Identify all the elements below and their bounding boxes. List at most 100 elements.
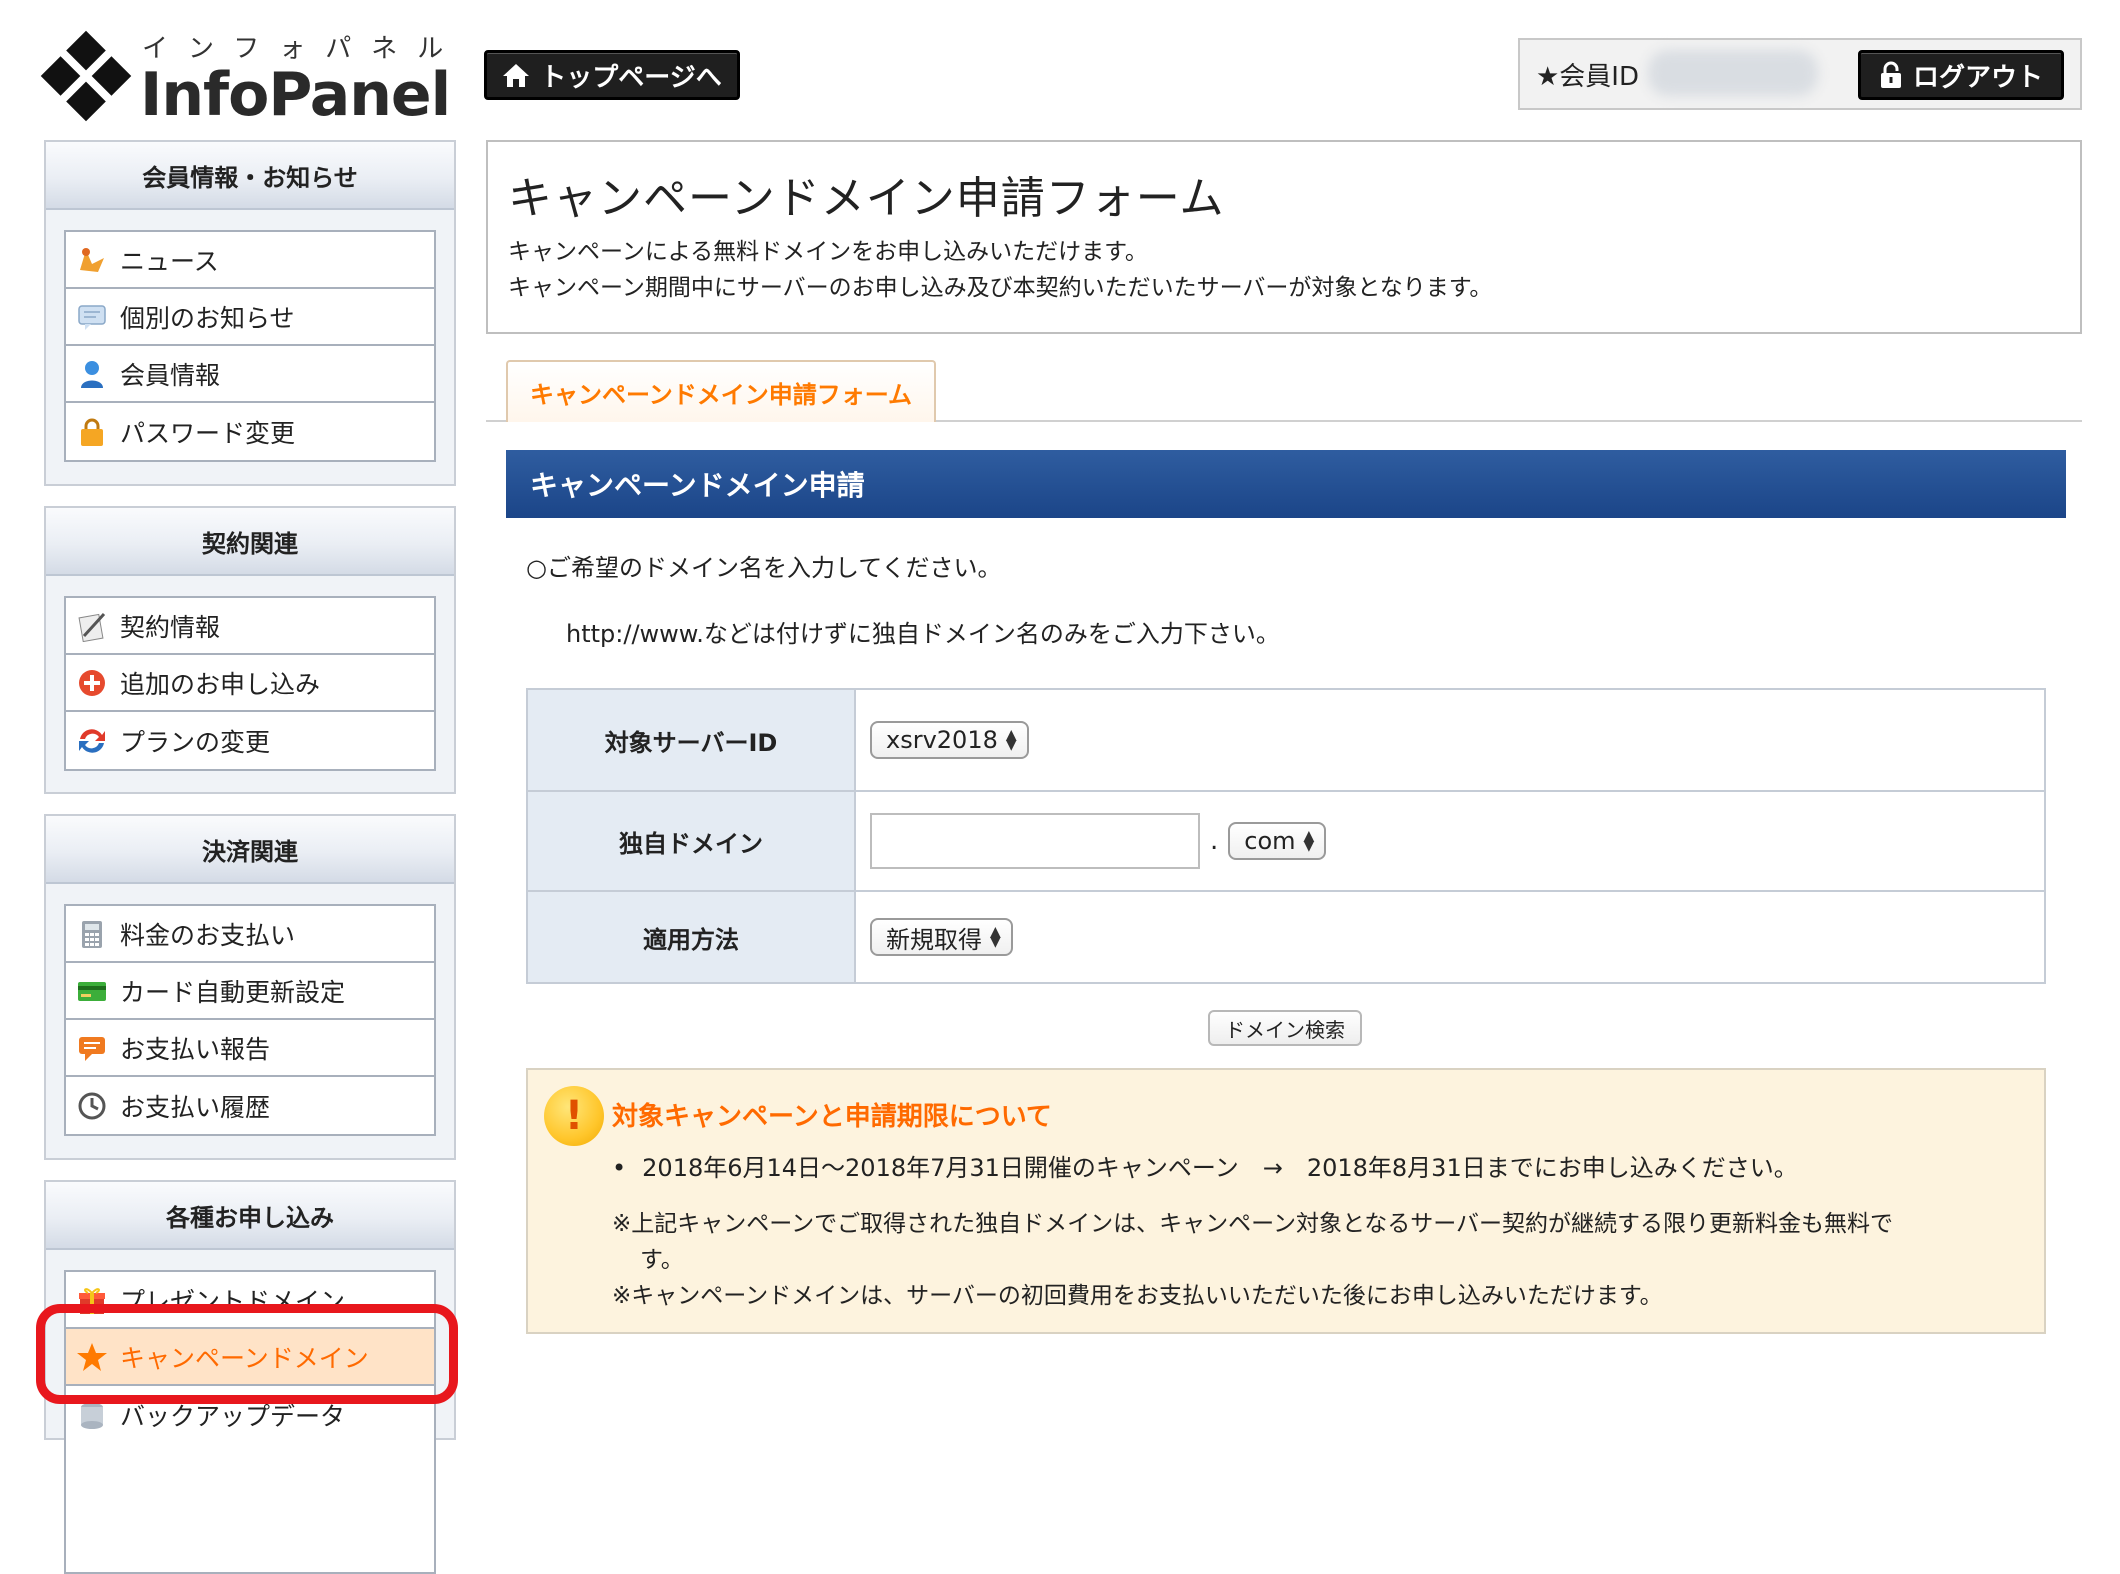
- server-id-label: 対象サーバーID: [528, 690, 856, 790]
- sidebar-item-label: お支払い履歴: [120, 1092, 271, 1122]
- sidebar-section-member: 会員情報・お知らせ ニュース 個別のお知らせ 会員情報 パスワード変更: [44, 140, 456, 486]
- tld-value: com: [1244, 827, 1296, 855]
- star-icon: [77, 1342, 107, 1371]
- sidebar-section-title: 決済関連: [46, 816, 454, 884]
- server-id-value: xsrv2018: [886, 726, 998, 754]
- sidebar-item-news[interactable]: ニュース: [66, 232, 434, 289]
- notice-bullet: • 2018年6月14日〜2018年7月31日開催のキャンペーン → 2018年8…: [612, 1154, 1798, 1182]
- domain-form-table: 対象サーバーID xsrv2018 ▲ ▼ 独自ドメイン . com ▲ ▼ 適用方…: [526, 688, 2046, 984]
- sidebar-item-contract-info[interactable]: 契約情報: [66, 598, 434, 655]
- form-row-method: 適用方法 新規取得 ▲ ▼: [528, 892, 2044, 982]
- logo-name: InfoPanel: [140, 60, 451, 130]
- page-description-1: キャンペーンによる無料ドメインをお申し込みいただけます。: [508, 239, 1148, 265]
- notice-line-1: ※上記キャンペーンでご取得された独自ドメインは、キャンペーン対象となるサーバー契…: [612, 1211, 1894, 1237]
- tld-select[interactable]: com ▲ ▼: [1228, 822, 1327, 860]
- form-row-domain: 独自ドメイン . com ▲ ▼: [528, 792, 2044, 892]
- change-icon: [79, 728, 105, 753]
- report-icon: [79, 1036, 105, 1061]
- add-icon: [79, 669, 105, 696]
- sidebar-item-label: ニュース: [120, 246, 219, 276]
- clock-icon: [78, 1092, 106, 1119]
- sidebar-item-label: バックアップデータ: [120, 1401, 346, 1431]
- sidebar-item-plan-change[interactable]: プランの変更: [66, 712, 434, 769]
- gift-icon: [79, 1287, 105, 1314]
- sidebar-section-title: 会員情報・お知らせ: [46, 142, 454, 210]
- instruction-text: ○ご希望のドメイン名を入力してください。: [526, 554, 1002, 582]
- select-arrows-icon: ▲ ▼: [1303, 828, 1315, 854]
- home-icon: [503, 64, 530, 87]
- lock-icon: [81, 418, 103, 446]
- sidebar-item-label: 料金のお支払い: [120, 920, 296, 950]
- sidebar-section-contract: 契約関連 契約情報 追加のお申し込み プランの変更: [44, 506, 456, 794]
- domain-search-button[interactable]: ドメイン検索: [1208, 1010, 1362, 1046]
- sidebar-item-campaign-domain[interactable]: キャンペーンドメイン: [66, 1329, 434, 1386]
- sidebar-section-payment: 決済関連 料金のお支払い カード自動更新設定 お支払い報告 お支払い履歴: [44, 814, 456, 1160]
- message-icon: [78, 304, 106, 330]
- backup-icon: [81, 1402, 103, 1429]
- page-title: キャンペーンドメイン申請フォーム: [508, 173, 1225, 224]
- logout-button[interactable]: ログアウト: [1858, 50, 2064, 100]
- sidebar-item-payment-history[interactable]: お支払い履歴: [66, 1077, 434, 1134]
- method-value: 新規取得: [886, 925, 982, 954]
- sidebar-item-label: 会員情報: [120, 360, 221, 390]
- notice-bullet-text: 2018年6月14日〜2018年7月31日開催のキャンペーン → 2018年8月…: [642, 1154, 1798, 1182]
- top-page-label: トップページへ: [540, 62, 722, 93]
- logo-diamond-icon: [40, 30, 132, 122]
- domain-dot: .: [1210, 826, 1219, 856]
- contract-icon: [78, 612, 106, 642]
- sidebar-item-label: カード自動更新設定: [120, 977, 346, 1007]
- sidebar-section-title: 契約関連: [46, 508, 454, 576]
- sidebar-item-password[interactable]: パスワード変更: [66, 403, 434, 460]
- select-arrows-icon: ▲ ▼: [990, 924, 1001, 950]
- member-id-value-blurred: [1648, 50, 1818, 96]
- form-row-server: 対象サーバーID xsrv2018 ▲ ▼: [528, 690, 2044, 792]
- top-page-button[interactable]: トップページへ: [484, 50, 740, 100]
- domain-cell: . com ▲ ▼: [856, 792, 2044, 890]
- sidebar-item-payment-report[interactable]: お支払い報告: [66, 1020, 434, 1077]
- sidebar-item-present-domain[interactable]: プレゼントドメイン: [66, 1272, 434, 1329]
- news-icon: [80, 247, 104, 272]
- sidebar-item-label: キャンペーンドメイン: [120, 1343, 369, 1373]
- sidebar-list: ニュース 個別のお知らせ 会員情報 パスワード変更: [64, 230, 436, 462]
- notice-line-2: ※キャンペーンドメインは、サーバーの初回費用をお支払いいただいた後にお申し込みい…: [612, 1283, 1663, 1309]
- notice-line-1-cont: す。: [640, 1247, 684, 1273]
- warning-icon: !: [544, 1086, 604, 1146]
- sidebar-section-title: 各種お申し込み: [46, 1182, 454, 1250]
- card-icon: [78, 981, 106, 1001]
- sidebar-section-applications: 各種お申し込み プレゼントドメイン キャンペーンドメイン バックアップデータ: [44, 1180, 456, 1574]
- sidebar-item-label: パスワード変更: [120, 418, 296, 448]
- sidebar-item-label: プランの変更: [120, 727, 271, 757]
- sidebar-item-additional-order[interactable]: 追加のお申し込み: [66, 655, 434, 712]
- domain-input[interactable]: [870, 813, 1200, 869]
- calculator-icon: [82, 920, 102, 948]
- sidebar-item-label: 契約情報: [120, 612, 221, 642]
- server-id-select[interactable]: xsrv2018 ▲ ▼: [870, 721, 1029, 759]
- server-id-cell: xsrv2018 ▲ ▼: [856, 690, 2044, 790]
- note-text: http://www.などは付けずに独自ドメイン名のみをご入力下さい。: [566, 620, 1280, 648]
- page-description-2: キャンペーン期間中にサーバーのお申し込み及び本契約いただいたサーバーが対象となり…: [508, 275, 1493, 301]
- sidebar-item-backup-data[interactable]: バックアップデータ: [66, 1386, 434, 1443]
- sidebar-item-payment[interactable]: 料金のお支払い: [66, 906, 434, 963]
- sidebar-list: 契約情報 追加のお申し込み プランの変更: [64, 596, 436, 771]
- sidebar-item-label: お支払い報告: [120, 1034, 271, 1064]
- select-arrows-icon: ▲ ▼: [1005, 727, 1017, 753]
- sidebar-item-messages[interactable]: 個別のお知らせ: [66, 289, 434, 346]
- member-id-label: ★会員ID: [1536, 62, 1639, 92]
- user-icon: [81, 360, 103, 388]
- section-title-bar: キャンペーンドメイン申請: [506, 450, 2066, 518]
- sidebar-item-label: プレゼントドメイン: [120, 1286, 346, 1316]
- method-label: 適用方法: [528, 892, 856, 982]
- sidebar-item-label: 個別のお知らせ: [120, 303, 295, 333]
- lock-icon: [1880, 61, 1901, 88]
- sidebar-item-label: 追加のお申し込み: [120, 669, 321, 699]
- sidebar-item-member-info[interactable]: 会員情報: [66, 346, 434, 403]
- sidebar-list: プレゼントドメイン キャンペーンドメイン バックアップデータ: [64, 1270, 436, 1574]
- logout-label: ログアウト: [1912, 62, 2043, 93]
- infopanel-logo[interactable]: インフォパネル InfoPanel: [40, 26, 451, 130]
- tab-campaign-form[interactable]: キャンペーンドメイン申請フォーム: [506, 360, 936, 422]
- sidebar-item-card-auto-renew[interactable]: カード自動更新設定: [66, 963, 434, 1020]
- notice-title: 対象キャンペーンと申請期限について: [612, 1102, 1052, 1132]
- method-select[interactable]: 新規取得 ▲ ▼: [870, 918, 1013, 956]
- method-cell: 新規取得 ▲ ▼: [856, 892, 2044, 982]
- domain-label: 独自ドメイン: [528, 792, 856, 890]
